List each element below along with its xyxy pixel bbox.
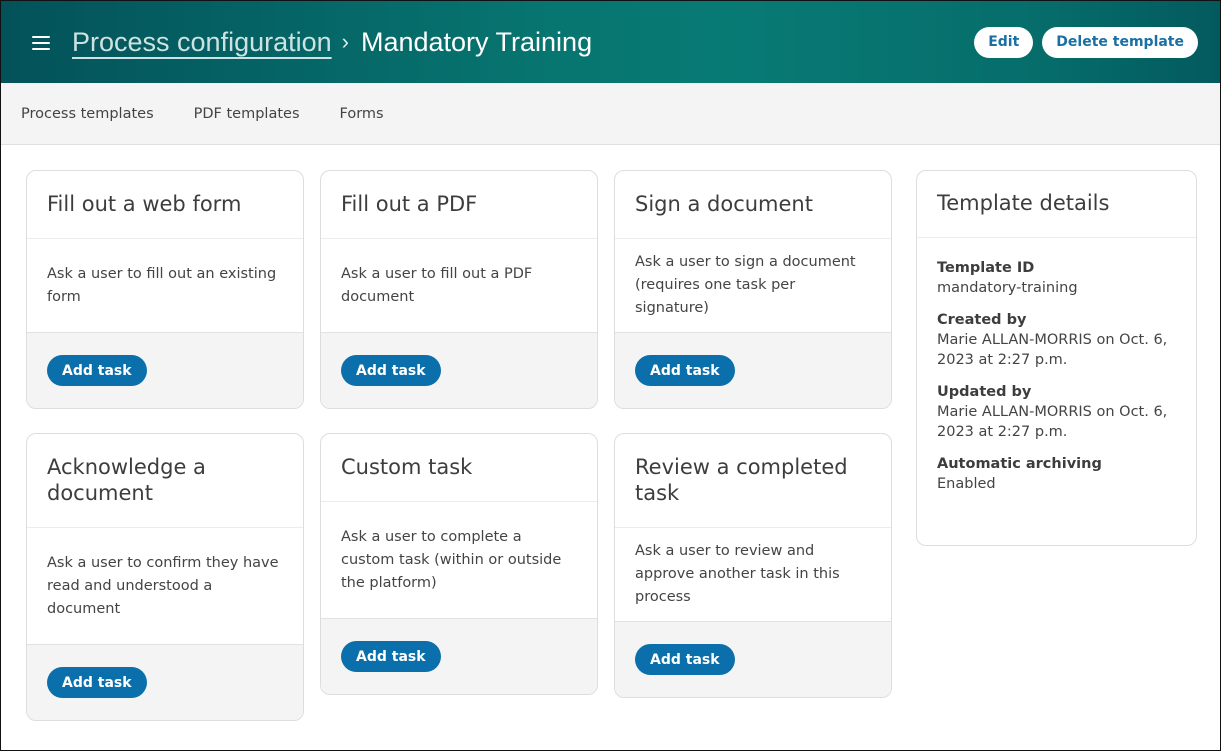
template-details-body: Template ID mandatory-training Created b…	[917, 238, 1196, 494]
card-footer: Add task	[27, 645, 303, 720]
card-footer: Add task	[321, 619, 597, 694]
breadcrumb: Process configuration › Mandatory Traini…	[72, 27, 592, 58]
breadcrumb-process-configuration-link[interactable]: Process configuration	[72, 27, 332, 58]
card-title: Custom task	[321, 434, 597, 502]
card-title: Acknowledge a document	[27, 434, 303, 528]
edit-button[interactable]: Edit	[974, 26, 1034, 58]
subnav-item-forms[interactable]: Forms	[340, 106, 384, 122]
add-task-button[interactable]: Add task	[635, 644, 735, 675]
subnav-item-pdf-templates[interactable]: PDF templates	[194, 106, 300, 122]
detail-label: Created by	[937, 312, 1027, 328]
card-description: Ask a user to review and approve another…	[615, 528, 891, 622]
card-title: Review a completed task	[615, 434, 891, 528]
detail-label: Updated by	[937, 384, 1032, 400]
detail-value: Enabled	[937, 476, 996, 492]
sub-navigation: Process templates PDF templates Forms	[1, 83, 1220, 145]
card-footer: Add task	[27, 333, 303, 408]
detail-updated-by: Updated by Marie ALLAN-MORRIS on Oct. 6,…	[937, 383, 1176, 442]
add-task-button[interactable]: Add task	[47, 355, 147, 386]
detail-label: Template ID	[937, 260, 1035, 276]
header-actions: Edit Delete template	[974, 26, 1198, 58]
detail-value: Marie ALLAN-MORRIS on Oct. 6, 2023 at 2:…	[937, 404, 1168, 440]
template-details-title: Template details	[917, 171, 1196, 238]
detail-created-by: Created by Marie ALLAN-MORRIS on Oct. 6,…	[937, 311, 1176, 370]
card-description: Ask a user to fill out an existing form	[27, 239, 303, 333]
card-title: Fill out a web form	[27, 171, 303, 239]
top-header: Process configuration › Mandatory Traini…	[1, 1, 1220, 83]
subnav-item-process-templates[interactable]: Process templates	[21, 106, 154, 122]
detail-automatic-archiving: Automatic archiving Enabled	[937, 455, 1176, 494]
card-title: Sign a document	[615, 171, 891, 239]
detail-value: mandatory-training	[937, 280, 1078, 296]
detail-template-id: Template ID mandatory-training	[937, 259, 1176, 298]
breadcrumb-chevron-icon: ›	[341, 29, 349, 54]
card-description: Ask a user to fill out a PDF document	[321, 239, 597, 333]
add-task-button[interactable]: Add task	[341, 355, 441, 386]
template-details-panel: Template details Template ID mandatory-t…	[916, 170, 1197, 546]
card-footer: Add task	[321, 333, 597, 408]
page-title: Mandatory Training	[360, 26, 593, 57]
task-card-web-form: Fill out a web form Ask a user to fill o…	[26, 170, 304, 409]
hamburger-menu-icon[interactable]	[32, 35, 50, 50]
add-task-button[interactable]: Add task	[635, 355, 735, 386]
task-card-review-completed-task: Review a completed task Ask a user to re…	[614, 433, 892, 698]
card-footer: Add task	[615, 622, 891, 697]
card-description: Ask a user to sign a document (requires …	[615, 239, 891, 333]
task-card-sign-document: Sign a document Ask a user to sign a doc…	[614, 170, 892, 409]
detail-value: Marie ALLAN-MORRIS on Oct. 6, 2023 at 2:…	[937, 332, 1168, 368]
task-card-acknowledge-document: Acknowledge a document Ask a user to con…	[26, 433, 304, 721]
add-task-button[interactable]: Add task	[341, 641, 441, 672]
card-description: Ask a user to complete a custom task (wi…	[321, 502, 597, 619]
task-card-pdf: Fill out a PDF Ask a user to fill out a …	[320, 170, 598, 409]
delete-template-button[interactable]: Delete template	[1042, 26, 1198, 58]
card-footer: Add task	[615, 333, 891, 408]
card-title: Fill out a PDF	[321, 171, 597, 239]
detail-label: Automatic archiving	[937, 456, 1102, 472]
card-description: Ask a user to confirm they have read and…	[27, 528, 303, 645]
task-card-custom-task: Custom task Ask a user to complete a cus…	[320, 433, 598, 695]
add-task-button[interactable]: Add task	[47, 667, 147, 698]
